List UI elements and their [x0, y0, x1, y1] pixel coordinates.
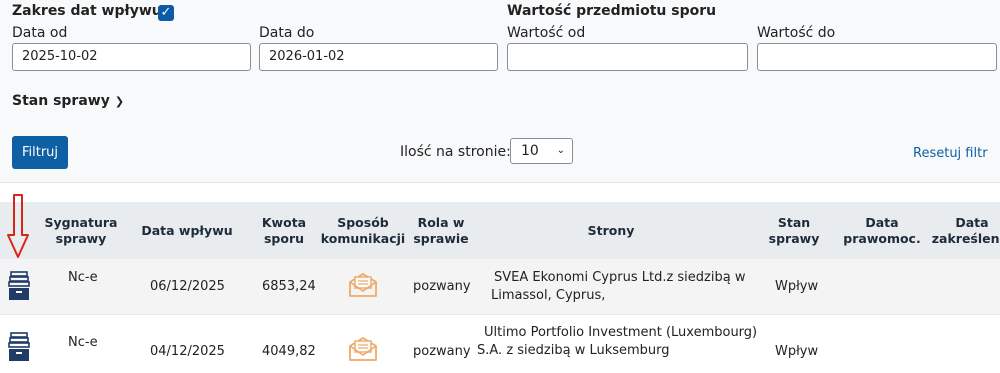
date-to-label: Data do	[259, 25, 315, 41]
row-date: 04/12/2025	[150, 344, 225, 359]
header-struck-date[interactable]: Data zakreślenia	[926, 202, 1000, 259]
value-from-input[interactable]	[507, 43, 748, 71]
row-parties-line1: Ultimo Portfolio Investment (Luxembourg)	[484, 325, 758, 340]
per-page-value: 10	[521, 143, 539, 159]
row-role: pozwany	[413, 344, 471, 359]
header-status[interactable]: Stan sprawy	[752, 202, 836, 259]
table-row[interactable]: Nc-e 04/12/2025 4049,82 pozwany Ultimo P…	[0, 314, 1000, 370]
header-role[interactable]: Rola w sprawie	[408, 202, 474, 259]
archive-icon[interactable]	[8, 332, 30, 362]
row-amount: 4049,82	[262, 344, 316, 359]
table-row[interactable]: Nc-e 06/12/2025 6853,24 pozwany SVEA Eko…	[0, 259, 1000, 314]
row-parties-line2: S.A. z siedzibą w Luksemburg	[477, 343, 670, 358]
row-parties-line1: SVEA Ekonomi Cyprus Ltd.z siedzibą w	[494, 270, 746, 285]
header-date[interactable]: Data wpływu	[133, 202, 241, 259]
row-signature[interactable]: Nc-e	[68, 335, 98, 350]
row-role: pozwany	[413, 279, 471, 294]
date-from-input[interactable]: 2025-10-02	[12, 43, 251, 71]
row-status: Wpływ	[775, 279, 819, 294]
header-parties[interactable]: Strony	[476, 202, 746, 259]
mail-icon	[349, 337, 377, 361]
per-page-select[interactable]: 10 ⌄	[510, 138, 573, 164]
case-status-toggle[interactable]: Stan sprawy ❯	[12, 93, 124, 109]
divider	[0, 182, 1000, 183]
date-range-checkbox[interactable]: ✓	[158, 5, 174, 21]
filter-button[interactable]: Filtruj	[12, 136, 68, 169]
chevron-down-icon: ⌄	[556, 145, 565, 156]
date-from-label: Data od	[12, 25, 68, 41]
chevron-down-icon: ❯	[114, 95, 125, 108]
per-page-label: Ilość na stronie:	[400, 144, 511, 160]
header-amount[interactable]: Kwota sporu	[250, 202, 318, 259]
archive-icon[interactable]	[8, 271, 30, 301]
value-to-input[interactable]	[757, 43, 997, 71]
row-amount: 6853,24	[262, 279, 316, 294]
reset-filter-link[interactable]: Resetuj filtr	[913, 146, 988, 161]
header-signature[interactable]: Sygnatura sprawy	[38, 202, 124, 259]
value-to-label: Wartość do	[757, 25, 836, 41]
row-signature[interactable]: Nc-e	[68, 270, 98, 285]
mail-icon	[349, 273, 377, 297]
row-date: 06/12/2025	[150, 279, 225, 294]
row-parties-line2: Limassol, Cyprus,	[491, 288, 606, 303]
annotation-arrow-icon	[7, 194, 29, 258]
case-status-label: Stan sprawy	[12, 93, 110, 109]
filter-panel: Zakres dat wpływu ✓ Wartość przedmiotu s…	[0, 0, 1000, 182]
value-from-label: Wartość od	[507, 25, 586, 41]
header-communication[interactable]: Sposób komunikacji	[320, 202, 406, 259]
date-range-title: Zakres dat wpływu	[12, 3, 162, 19]
value-range-title: Wartość przedmiotu sporu	[507, 3, 717, 19]
header-final-date[interactable]: Data prawomoc.	[838, 202, 926, 259]
row-status: Wpływ	[775, 344, 819, 359]
date-to-input[interactable]: 2026-01-02	[259, 43, 498, 71]
table-header: Sygnatura sprawy Data wpływu Kwota sporu…	[0, 202, 1000, 259]
